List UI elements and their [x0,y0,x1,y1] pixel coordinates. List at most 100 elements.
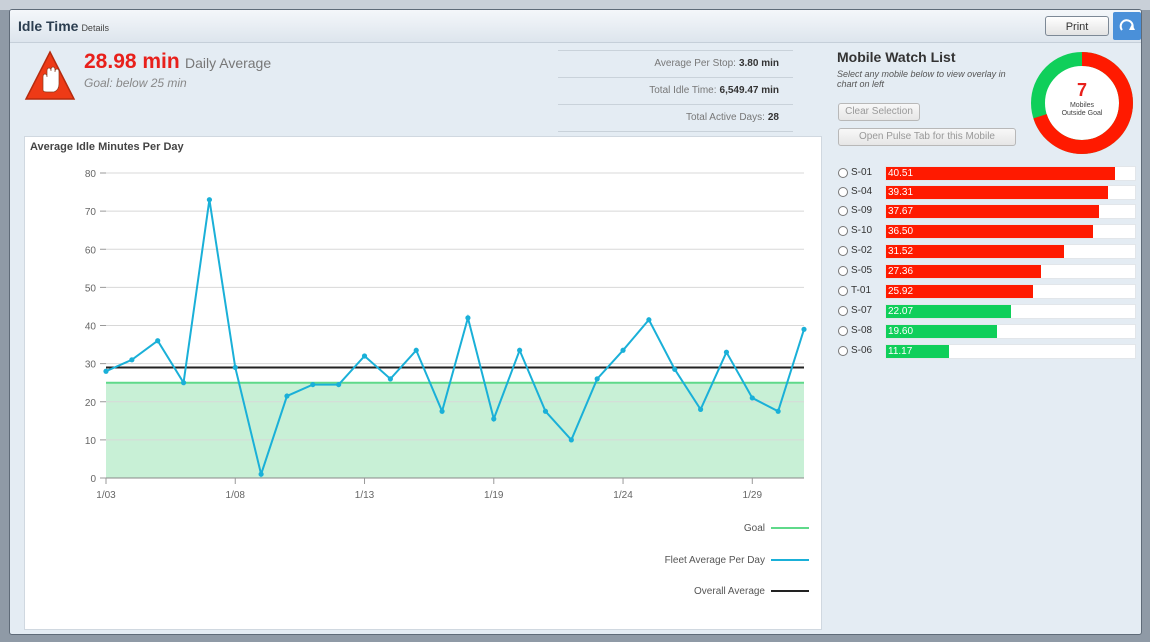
fleet-average-point [775,408,781,414]
mobile-bar: 11.17 [886,345,950,358]
mobile-row[interactable]: S-05 27.36 [838,263,1136,280]
refresh-icon[interactable] [1113,12,1141,40]
mobile-bar: 40.51 [886,167,1116,180]
mobile-bar-track: 25.92 [885,284,1136,299]
mobile-bar: 39.31 [886,186,1109,199]
y-tick-label: 0 [90,474,96,485]
daily-average-value: 28.98 min [84,50,180,73]
legend-label: Goal [743,523,765,534]
fleet-average-point [387,376,393,382]
mobile-bar: 37.67 [886,205,1100,218]
mobile-bar: 25.92 [886,285,1033,298]
mobile-bar-track: 40.51 [885,166,1136,181]
fleet-average-point [542,408,549,414]
mobile-bar-value: 40.51 [888,168,914,179]
y-tick-label: 40 [85,322,97,333]
fleet-average-point [620,347,626,353]
fleet-average-point [129,357,135,363]
mobile-bar-track: 11.17 [885,344,1136,359]
donut-count: 7 [1076,80,1087,100]
mobile-id: S-02 [851,245,873,256]
mobile-row[interactable]: S-09 37.67 [838,203,1136,220]
mobile-id: S-07 [851,305,873,316]
donut-label-line-1: Mobiles [1069,102,1095,109]
fleet-average-point [749,395,755,401]
x-tick-label: 1/29 [743,490,763,501]
clear-selection-button[interactable]: Clear Selection [838,103,920,121]
mobile-row[interactable]: S-02 31.52 [838,243,1136,260]
mobile-bar-value: 25.92 [888,286,914,297]
title-bar: Idle Time Details Print [10,10,1141,43]
mobile-radio[interactable] [838,246,848,256]
goal-text: Goal: below 25 min [84,76,187,90]
mobile-row[interactable]: S-08 19.60 [838,323,1136,340]
watch-list-description: Select any mobile below to view overlay … [837,69,1006,89]
stat-value: 3.80 min [738,58,779,69]
mobile-row[interactable]: T-01 25.92 [838,283,1136,300]
mobile-bar-value: 39.31 [888,187,914,198]
mobile-row[interactable]: S-01 40.51 [838,165,1136,182]
mobile-bar: 31.52 [886,245,1065,258]
mobile-bar-value: 19.60 [888,326,914,337]
mobile-row[interactable]: S-07 22.07 [838,303,1136,320]
fleet-average-point [232,364,238,371]
mobile-bar-track: 36.50 [885,224,1136,239]
stat-value: 28 [767,112,779,123]
mobile-id: S-10 [851,225,873,236]
mobile-radio[interactable] [838,306,848,316]
fleet-average-point [180,380,187,386]
mobile-radio[interactable] [838,206,848,216]
fleet-average-point [465,315,471,321]
stat-average-per-stop: Average Per Stop: 3.80 min [558,50,793,77]
window-title-text: Idle Time [18,18,79,34]
y-tick-label: 30 [85,360,97,371]
mobile-radio[interactable] [838,266,848,276]
donut-label-line-2: Outside Goal [1061,110,1103,117]
fleet-average-point [336,381,342,388]
fleet-average-point [646,317,652,323]
y-tick-label: 60 [85,245,97,256]
window-title: Idle Time Details [18,18,109,34]
y-tick-label: 80 [85,169,97,180]
open-pulse-tab-button[interactable]: Open Pulse Tab for this Mobile [838,128,1016,146]
donut-label: Mobiles Outside Goal [1027,102,1137,118]
mobile-row[interactable]: S-10 36.50 [838,223,1136,240]
legend-goal: Goal [744,523,809,534]
mobile-bar-value: 27.36 [888,266,914,277]
mobile-radio[interactable] [838,168,848,178]
y-tick-label: 70 [85,207,97,218]
x-tick-label: 1/24 [613,490,633,501]
fleet-average-point [723,349,730,355]
legend-swatch [771,590,809,593]
legend-swatch [771,527,809,530]
idle-minutes-chart: 0 10 20 30 40 50 60 70 80 1/03 1/08 1/13 1/19 1/24 1/2… [85,169,807,501]
mobile-radio[interactable] [838,187,848,197]
mobile-id: T-01 [851,285,872,296]
mobile-radio[interactable] [838,326,848,336]
mobile-radio[interactable] [838,226,848,236]
stat-label: Total Idle Time: [649,85,717,96]
fleet-average-point [672,366,678,372]
x-tick-label: 1/03 [96,490,116,501]
details-link[interactable]: Details [81,23,109,33]
mobile-row[interactable]: S-06 11.17 [838,343,1136,360]
print-button[interactable]: Print [1045,16,1109,36]
stat-label: Total Active Days: [685,112,765,123]
fleet-average-point [361,353,368,359]
mobile-bar-track: 39.31 [885,185,1136,200]
mobile-bar-value: 37.67 [888,206,914,217]
legend-label: Fleet Average Per Day [664,555,765,566]
mobile-bar-track: 27.36 [885,264,1136,279]
mobile-bar-track: 19.60 [885,324,1136,339]
x-tick-label: 1/13 [355,490,375,501]
stats-panel: Average Per Stop: 3.80 min Total Idle Tim… [558,50,793,132]
mobile-radio[interactable] [838,286,848,296]
mobile-row[interactable]: S-04 39.31 [838,184,1136,201]
stat-total-active-days: Total Active Days: 28 [558,104,793,132]
stat-total-idle-time: Total Idle Time: 6,549.47 min [558,77,793,104]
mobile-bar-track: 22.07 [885,304,1136,319]
fleet-average-point [439,408,445,414]
warning-hand-icon [24,50,76,107]
mobile-radio[interactable] [838,346,848,356]
y-tick-label: 10 [85,436,97,447]
